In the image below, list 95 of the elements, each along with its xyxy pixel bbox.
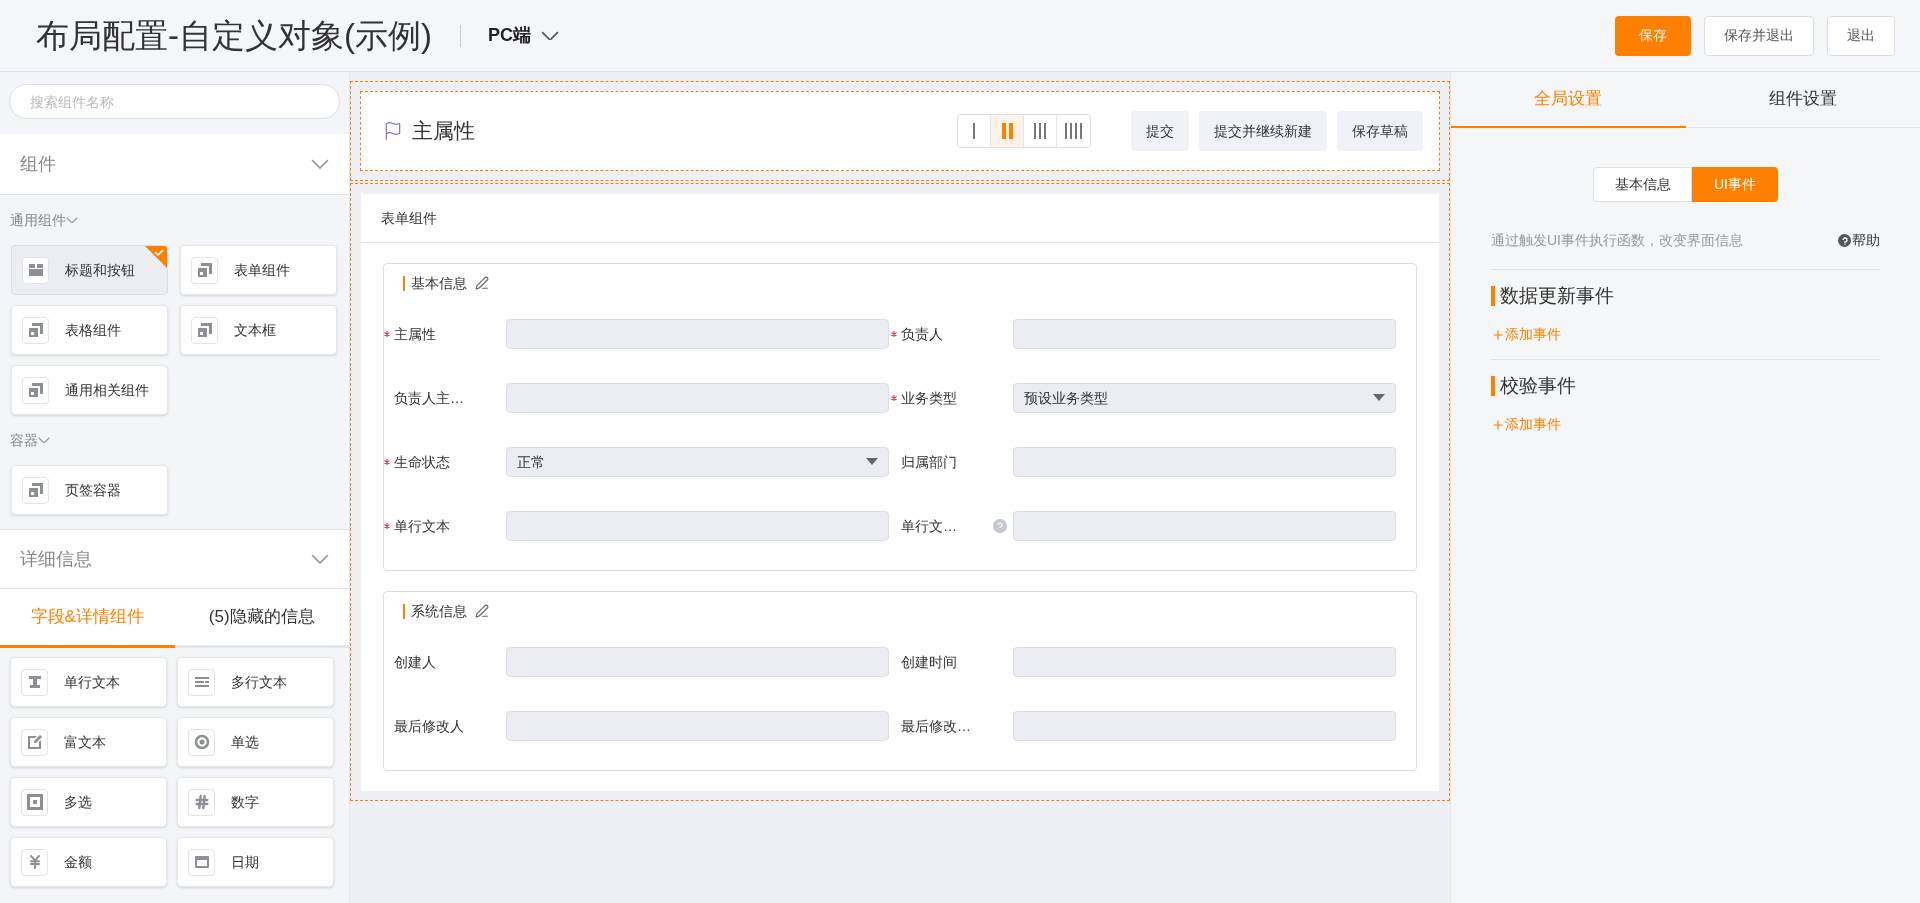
input-field[interactable]	[1013, 447, 1396, 477]
component-card[interactable]: 多行文本	[177, 657, 334, 707]
field-label: 生命状态	[394, 452, 450, 472]
input-field[interactable]	[1013, 647, 1396, 677]
input-field[interactable]	[506, 319, 889, 349]
form-title: 表单组件	[381, 208, 437, 228]
header-button[interactable]: 退出	[1827, 15, 1895, 56]
plus-icon	[1491, 417, 1505, 432]
radio-icon	[188, 728, 215, 756]
field-label: 业务类型	[901, 388, 957, 408]
section-title: 组件	[20, 152, 56, 176]
component-card[interactable]: 多选	[10, 777, 167, 827]
layout-icon	[22, 256, 49, 284]
money-icon	[21, 848, 48, 876]
column-option[interactable]	[958, 115, 991, 147]
component-icon	[22, 476, 49, 504]
accent-bar	[403, 603, 405, 619]
pencil-icon[interactable]	[475, 276, 489, 290]
component-card[interactable]: 文本框	[180, 305, 337, 355]
pencil-icon[interactable]	[475, 604, 489, 618]
select-field[interactable]: 预设业务类型	[1013, 383, 1396, 413]
component-icon	[22, 376, 49, 404]
date-icon	[188, 848, 215, 876]
section-header[interactable]: 详细信息	[0, 529, 349, 589]
number-icon	[188, 788, 215, 816]
section-header[interactable]: 组件	[0, 134, 349, 195]
page-title: 布局配置-自定义对象(示例)	[36, 15, 432, 56]
search-field[interactable]: 搜索组件名称	[9, 84, 340, 119]
action-button[interactable]: 提交	[1131, 111, 1189, 151]
plus-icon	[1491, 327, 1505, 342]
component-card[interactable]: 日期	[177, 837, 334, 887]
event-group-title: 数据更新事件	[1500, 283, 1614, 308]
help-icon	[1838, 234, 1851, 247]
checkbox-icon	[21, 788, 48, 816]
input-field[interactable]	[506, 511, 889, 541]
component-card[interactable]: 表单组件	[180, 245, 337, 295]
caret-down-icon	[1373, 394, 1385, 402]
component-card[interactable]: 单选	[177, 717, 334, 767]
component-card[interactable]: 富文本	[10, 717, 167, 767]
section-title: 详细信息	[20, 547, 92, 571]
block-title: 主属性	[412, 118, 475, 145]
input-field[interactable]	[1013, 711, 1396, 741]
input-field[interactable]	[506, 647, 889, 677]
accent-bar	[1491, 376, 1495, 396]
device-dropdown[interactable]: PC端	[487, 22, 559, 49]
field-label: 最后修改…	[901, 716, 971, 736]
field-label: 主属性	[394, 324, 436, 344]
field-label: 单行文本	[394, 516, 450, 536]
chevron-down-icon	[66, 216, 78, 224]
chevron-down-icon	[311, 554, 329, 564]
tab[interactable]: 组件设置	[1685, 72, 1920, 128]
component-icon	[191, 316, 218, 344]
selected-corner-icon	[145, 246, 167, 268]
action-button[interactable]: 保存草稿	[1337, 111, 1423, 151]
caret-down-icon	[866, 458, 878, 466]
accent-bar	[1491, 286, 1495, 306]
component-icon	[191, 256, 218, 284]
component-card[interactable]: 表格组件	[11, 305, 168, 355]
action-button[interactable]: 提交并继续新建	[1199, 111, 1327, 151]
input-field[interactable]	[1013, 319, 1396, 349]
column-option[interactable]	[991, 115, 1024, 147]
chevron-down-icon	[541, 30, 559, 41]
component-card[interactable]: 金额	[10, 837, 167, 887]
segment-button[interactable]: 基本信息	[1593, 167, 1692, 202]
field-label: 归属部门	[901, 452, 957, 472]
component-card[interactable]: 通用相关组件	[11, 365, 168, 415]
field-label: 最后修改人	[394, 716, 464, 736]
field-label: 负责人	[901, 324, 943, 344]
text-icon	[21, 668, 48, 696]
field-label: 负责人主…	[394, 388, 464, 408]
input-field[interactable]	[506, 383, 889, 413]
component-card[interactable]: 页签容器	[11, 465, 168, 515]
field-label: 创建人	[394, 652, 436, 672]
rich-icon	[21, 728, 48, 756]
title-block[interactable]: 主属性 提交 提交并继续新建 保存草稿	[360, 91, 1440, 171]
event-group-title: 校验事件	[1500, 373, 1576, 398]
component-card[interactable]: 标题和按钮	[11, 245, 168, 295]
field-label: 单行文…	[901, 516, 957, 536]
header-button[interactable]: 保存并退出	[1704, 15, 1814, 56]
multiline-icon	[188, 668, 215, 696]
help-link[interactable]: 帮助	[1838, 230, 1880, 251]
field-label: 创建时间	[901, 652, 957, 672]
description-text: 通过触发UI事件执行函数，改变界面信息	[1491, 231, 1743, 250]
flag-icon	[383, 121, 403, 141]
chevron-down-icon	[311, 159, 329, 169]
component-card[interactable]: 数字	[177, 777, 334, 827]
section-title: 系统信息	[411, 601, 467, 621]
component-card[interactable]: 单行文本	[10, 657, 167, 707]
input-field[interactable]	[506, 711, 889, 741]
section-title: 基本信息	[411, 273, 467, 293]
component-icon	[22, 316, 49, 344]
accent-bar	[403, 275, 405, 291]
select-field[interactable]: 正常	[506, 447, 889, 477]
input-field[interactable]	[1013, 511, 1396, 541]
chevron-down-icon	[38, 436, 50, 444]
